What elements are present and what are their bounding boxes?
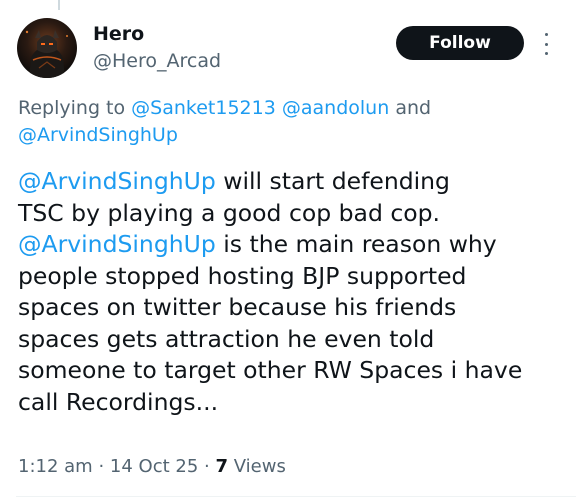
views-label[interactable]: Views <box>234 456 286 477</box>
replying-to-line: Replying to @Sanket15213 @aandolun and @… <box>18 95 558 149</box>
post-line: call Recordings... <box>18 387 563 419</box>
post-line-text: people stopped hosting BJP supported <box>18 261 467 290</box>
post-line-text: call Recordings... <box>18 387 219 416</box>
post-line: TSC by playing a good cop bad cop. <box>18 198 563 230</box>
post-line-text: will start defending <box>215 167 450 195</box>
meta-separator: · <box>204 456 210 477</box>
post-mention[interactable]: @ArvindSinghUp <box>18 230 216 258</box>
post-line: @ArvindSinghUp will start defending <box>18 166 563 198</box>
post-line: people stopped hosting BJP supported <box>18 261 563 293</box>
reply-mention[interactable]: @aandolun <box>282 97 389 119</box>
post-line-text: spaces on twitter because his friends <box>18 293 457 321</box>
post-line-text: spaces gets attraction he even told <box>18 324 435 353</box>
reply-mention[interactable]: @Sanket15213 <box>131 97 276 119</box>
avatar[interactable] <box>17 18 77 78</box>
post-body: @ArvindSinghUp will start defending TSC … <box>18 166 563 418</box>
post-line: spaces on twitter because his friends <box>18 292 563 324</box>
views-count[interactable]: 7 <box>216 456 229 477</box>
author-handle[interactable]: @Hero_Arcad <box>93 50 221 72</box>
more-vertical-icon[interactable] <box>541 33 551 55</box>
follow-button[interactable]: Follow <box>396 26 524 60</box>
thread-connector-line <box>58 0 60 10</box>
post-line-text: TSC by playing a good cop bad cop. <box>18 198 441 227</box>
post-date[interactable]: 14 Oct 25 <box>110 456 198 477</box>
post-line: spaces gets attraction he even told <box>18 324 563 356</box>
post-line-text: someone to target other RW Spaces i have <box>18 356 523 384</box>
divider <box>16 496 576 497</box>
reply-mention[interactable]: @ArvindSinghUp <box>18 124 178 146</box>
replying-joiner: and <box>395 97 432 119</box>
post-line: someone to target other RW Spaces i have <box>18 355 563 387</box>
replying-prefix: Replying to <box>18 97 126 119</box>
author-display-name[interactable]: Hero <box>93 23 144 45</box>
post-meta: 1:12 am · 14 Oct 25 · 7 Views <box>18 455 286 479</box>
meta-separator: · <box>98 456 105 477</box>
post-line: @ArvindSinghUp is the main reason why <box>18 229 563 261</box>
avatar-image <box>17 18 77 78</box>
post-mention[interactable]: @ArvindSinghUp <box>18 167 216 195</box>
post-line-text: is the main reason why <box>215 230 497 258</box>
post-time[interactable]: 1:12 am <box>18 456 93 477</box>
